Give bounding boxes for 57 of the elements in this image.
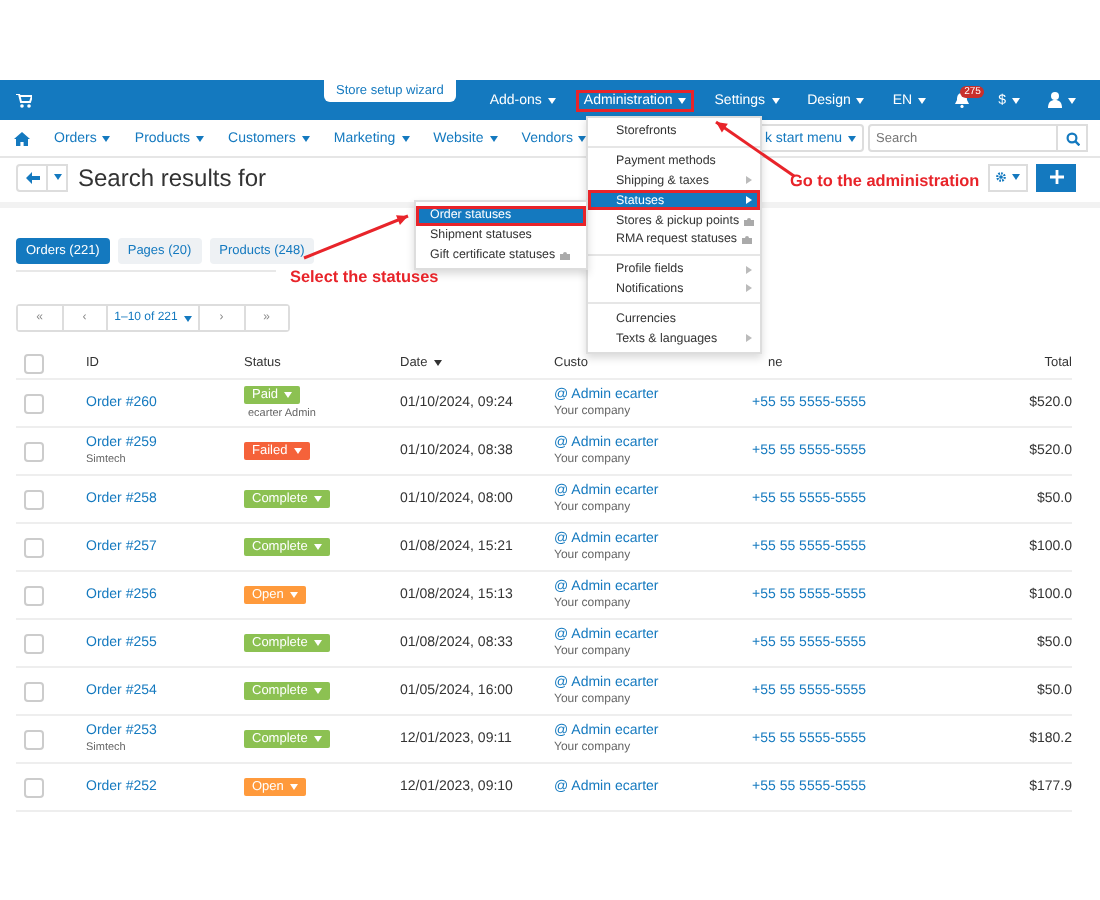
row-checkbox[interactable] [24, 537, 44, 557]
caret-icon [313, 736, 322, 742]
caret-icon [1012, 174, 1020, 180]
caret-icon [433, 359, 442, 366]
caret-icon [401, 135, 410, 141]
row-checkbox[interactable] [24, 729, 44, 749]
back-arrow-icon [25, 171, 39, 183]
chevron-icon [746, 284, 752, 293]
caret-icon [313, 688, 322, 694]
caret-icon [313, 544, 322, 550]
row-checkbox[interactable] [24, 489, 44, 509]
row-checkbox[interactable] [24, 681, 44, 701]
select-all-checkbox[interactable] [24, 353, 44, 373]
caret-icon [313, 496, 322, 502]
search-icon [1065, 131, 1079, 145]
caret-icon [771, 97, 780, 103]
chevron-icon [746, 196, 752, 205]
chevron-icon [746, 334, 752, 343]
caret-icon [53, 174, 61, 180]
caret-icon [547, 97, 556, 103]
cart-icon [16, 93, 32, 107]
caret-icon [678, 97, 687, 103]
chevron-icon [746, 176, 752, 185]
caret-icon [289, 784, 298, 790]
history-dropdown-button[interactable] [48, 163, 68, 191]
caret-icon [313, 640, 322, 646]
add-button[interactable] [1036, 163, 1076, 191]
caret-icon [848, 135, 856, 141]
caret-icon [293, 448, 302, 454]
back-button[interactable] [16, 163, 48, 191]
annotation-text: Go to the administration [790, 172, 980, 190]
home-icon [14, 131, 30, 145]
caret-icon [918, 97, 927, 103]
caret-icon [489, 135, 498, 141]
row-checkbox[interactable] [24, 393, 44, 413]
caret-icon [102, 135, 111, 141]
caret-icon [289, 592, 298, 598]
annotation-text: Select the statuses [290, 268, 439, 286]
caret-icon [1068, 97, 1076, 103]
caret-icon [196, 135, 205, 141]
row-checkbox[interactable] [24, 585, 44, 605]
settings-button[interactable] [988, 163, 1028, 191]
row-checkbox[interactable] [24, 633, 44, 653]
plus-icon [1049, 170, 1063, 184]
caret-icon [183, 315, 192, 321]
row-checkbox[interactable] [24, 777, 44, 797]
caret-icon [1012, 97, 1020, 103]
search-button[interactable] [1058, 124, 1088, 152]
caret-icon [301, 135, 310, 141]
user-icon [1048, 92, 1062, 108]
gear-icon [996, 170, 1006, 184]
caret-icon [856, 97, 865, 103]
arrow [303, 214, 409, 260]
page-title: Search results for [78, 163, 267, 191]
caret-icon [284, 392, 293, 398]
row-checkbox[interactable] [24, 441, 44, 461]
chevron-icon [746, 265, 752, 274]
